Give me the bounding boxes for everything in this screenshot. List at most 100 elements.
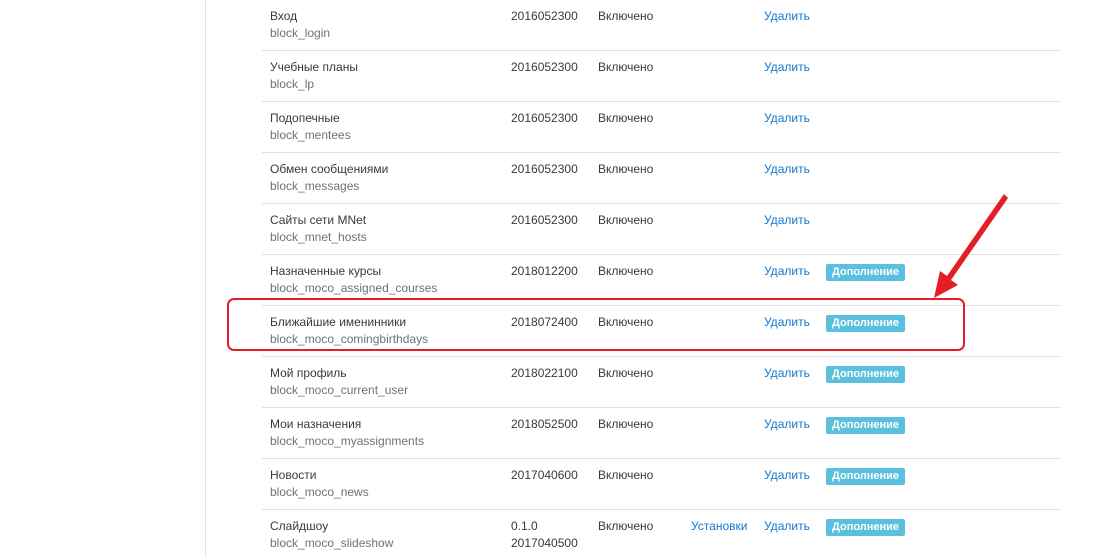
- delete-link[interactable]: Удалить: [764, 162, 810, 176]
- delete-link[interactable]: Удалить: [764, 468, 810, 482]
- plugin-extra-cell: Дополнение: [826, 518, 906, 536]
- plugin-name-cell: Подопечные block_mentees: [270, 110, 351, 144]
- version-line: 0.1.0: [511, 519, 538, 533]
- table-row-block_lp: Учебные планы block_lp 2016052300 Включе…: [262, 51, 1061, 102]
- addon-badge: Дополнение: [826, 417, 906, 434]
- addon-badge: Дополнение: [826, 468, 906, 485]
- plugin-extra-cell: Дополнение: [826, 416, 906, 434]
- plugin-status: Включено: [598, 111, 654, 125]
- plugin-code: block_messages: [270, 179, 360, 193]
- version-line: 2018052500: [511, 417, 578, 431]
- plugin-delete-cell: Удалить: [764, 110, 810, 127]
- plugin-status: Включено: [598, 60, 654, 74]
- version-line: 2016052300: [511, 111, 578, 125]
- plugin-delete-cell: Удалить: [764, 518, 810, 535]
- addon-badge: Дополнение: [826, 315, 906, 332]
- delete-link[interactable]: Удалить: [764, 417, 810, 431]
- delete-link[interactable]: Удалить: [764, 9, 810, 23]
- plugin-name-cell: Мои назначения block_moco_myassignments: [270, 416, 424, 450]
- plugin-name: Новости: [270, 468, 317, 482]
- addon-badge: Дополнение: [826, 264, 906, 281]
- plugin-name: Ближайшие именинники: [270, 315, 407, 329]
- plugin-version: 2018052500: [511, 416, 578, 433]
- plugin-name: Обмен сообщениями: [270, 162, 389, 176]
- plugin-status: Включено: [598, 315, 654, 329]
- plugin-status: Включено: [598, 162, 654, 176]
- plugin-name-cell: Слайдшоу block_moco_slideshow: [270, 518, 393, 552]
- version-line: 2017040500: [511, 536, 578, 550]
- table-row-block_login: Вход block_login 2016052300 Включено Уда…: [262, 0, 1061, 51]
- addon-badge: Дополнение: [826, 366, 906, 383]
- plugin-name: Вход: [270, 9, 298, 23]
- plugin-name-cell: Сайты сети MNet block_mnet_hosts: [270, 212, 367, 246]
- table-row-block_moco_news: Новости block_moco_news 2017040600 Включ…: [262, 459, 1061, 510]
- plugin-version: 2018012200: [511, 263, 578, 280]
- settings-link[interactable]: Установки: [691, 519, 747, 533]
- delete-link[interactable]: Удалить: [764, 519, 810, 533]
- plugin-name-cell: Новости block_moco_news: [270, 467, 369, 501]
- version-line: 2016052300: [511, 60, 578, 74]
- plugin-status: Включено: [598, 468, 654, 482]
- plugin-version: 0.1.0 2017040500: [511, 518, 578, 552]
- delete-link[interactable]: Удалить: [764, 366, 810, 380]
- version-line: 2018012200: [511, 264, 578, 278]
- plugin-version: 2018022100: [511, 365, 578, 382]
- table-row-block_mnet_hosts: Сайты сети MNet block_mnet_hosts 2016052…: [262, 204, 1061, 255]
- plugin-delete-cell: Удалить: [764, 263, 810, 280]
- plugin-name: Сайты сети MNet: [270, 213, 367, 227]
- plugin-delete-cell: Удалить: [764, 161, 810, 178]
- plugin-version: 2016052300: [511, 161, 578, 178]
- plugin-name: Слайдшоу: [270, 519, 329, 533]
- plugin-name-cell: Учебные планы block_lp: [270, 59, 358, 93]
- plugin-extra-cell: Дополнение: [826, 263, 906, 281]
- table-row-block_moco_myassignments: Мои назначения block_moco_myassignments …: [262, 408, 1061, 459]
- plugin-delete-cell: Удалить: [764, 314, 810, 331]
- plugin-code: block_moco_assigned_courses: [270, 281, 438, 295]
- plugin-delete-cell: Удалить: [764, 59, 810, 76]
- plugin-name: Подопечные: [270, 111, 340, 125]
- plugin-settings-cell: Установки: [691, 518, 747, 535]
- delete-link[interactable]: Удалить: [764, 213, 810, 227]
- plugin-status: Включено: [598, 417, 654, 431]
- plugin-extra-cell: Дополнение: [826, 365, 906, 383]
- plugin-version: 2017040600: [511, 467, 578, 484]
- plugin-name-cell: Обмен сообщениями block_messages: [270, 161, 388, 195]
- plugin-code: block_moco_myassignments: [270, 434, 425, 448]
- version-line: 2016052300: [511, 9, 578, 23]
- table-row-block_moco_comingbirthdays: Ближайшие именинники block_moco_comingbi…: [262, 306, 1061, 357]
- plugins-page: Вход block_login 2016052300 Включено Уда…: [0, 0, 1116, 558]
- table-row-block_moco_current_user: Мой профиль block_moco_current_user 2018…: [262, 357, 1061, 408]
- plugin-code: block_moco_current_user: [270, 383, 409, 397]
- plugin-version: 2016052300: [511, 59, 578, 76]
- plugin-code: block_moco_comingbirthdays: [270, 332, 429, 346]
- addon-badge: Дополнение: [826, 519, 906, 536]
- plugin-version: 2016052300: [511, 8, 578, 25]
- plugin-status: Включено: [598, 366, 654, 380]
- delete-link[interactable]: Удалить: [764, 315, 810, 329]
- version-line: 2017040600: [511, 468, 578, 482]
- plugin-code: block_lp: [270, 77, 315, 91]
- plugin-delete-cell: Удалить: [764, 365, 810, 382]
- plugin-version: 2018072400: [511, 314, 578, 331]
- delete-link[interactable]: Удалить: [764, 60, 810, 74]
- plugin-name: Мои назначения: [270, 417, 362, 431]
- version-line: 2018072400: [511, 315, 578, 329]
- plugin-code: block_moco_slideshow: [270, 536, 394, 550]
- version-line: 2016052300: [511, 213, 578, 227]
- delete-link[interactable]: Удалить: [764, 111, 810, 125]
- table-row-block_mentees: Подопечные block_mentees 2016052300 Вклю…: [262, 102, 1061, 153]
- plugin-status: Включено: [598, 213, 654, 227]
- plugin-delete-cell: Удалить: [764, 8, 810, 25]
- plugins-table: Вход block_login 2016052300 Включено Уда…: [262, 0, 1061, 558]
- version-line: 2016052300: [511, 162, 578, 176]
- version-line: 2018022100: [511, 366, 578, 380]
- plugin-name: Назначенные курсы: [270, 264, 382, 278]
- sidebar-divider: [205, 0, 206, 558]
- plugin-name: Учебные планы: [270, 60, 358, 74]
- plugin-status: Включено: [598, 519, 654, 533]
- plugin-code: block_mnet_hosts: [270, 230, 367, 244]
- plugin-version: 2016052300: [511, 212, 578, 229]
- table-row-block_moco_slideshow: Слайдшоу block_moco_slideshow 0.1.0 20170…: [262, 510, 1061, 558]
- delete-link[interactable]: Удалить: [764, 264, 810, 278]
- plugin-name: Мой профиль: [270, 366, 347, 380]
